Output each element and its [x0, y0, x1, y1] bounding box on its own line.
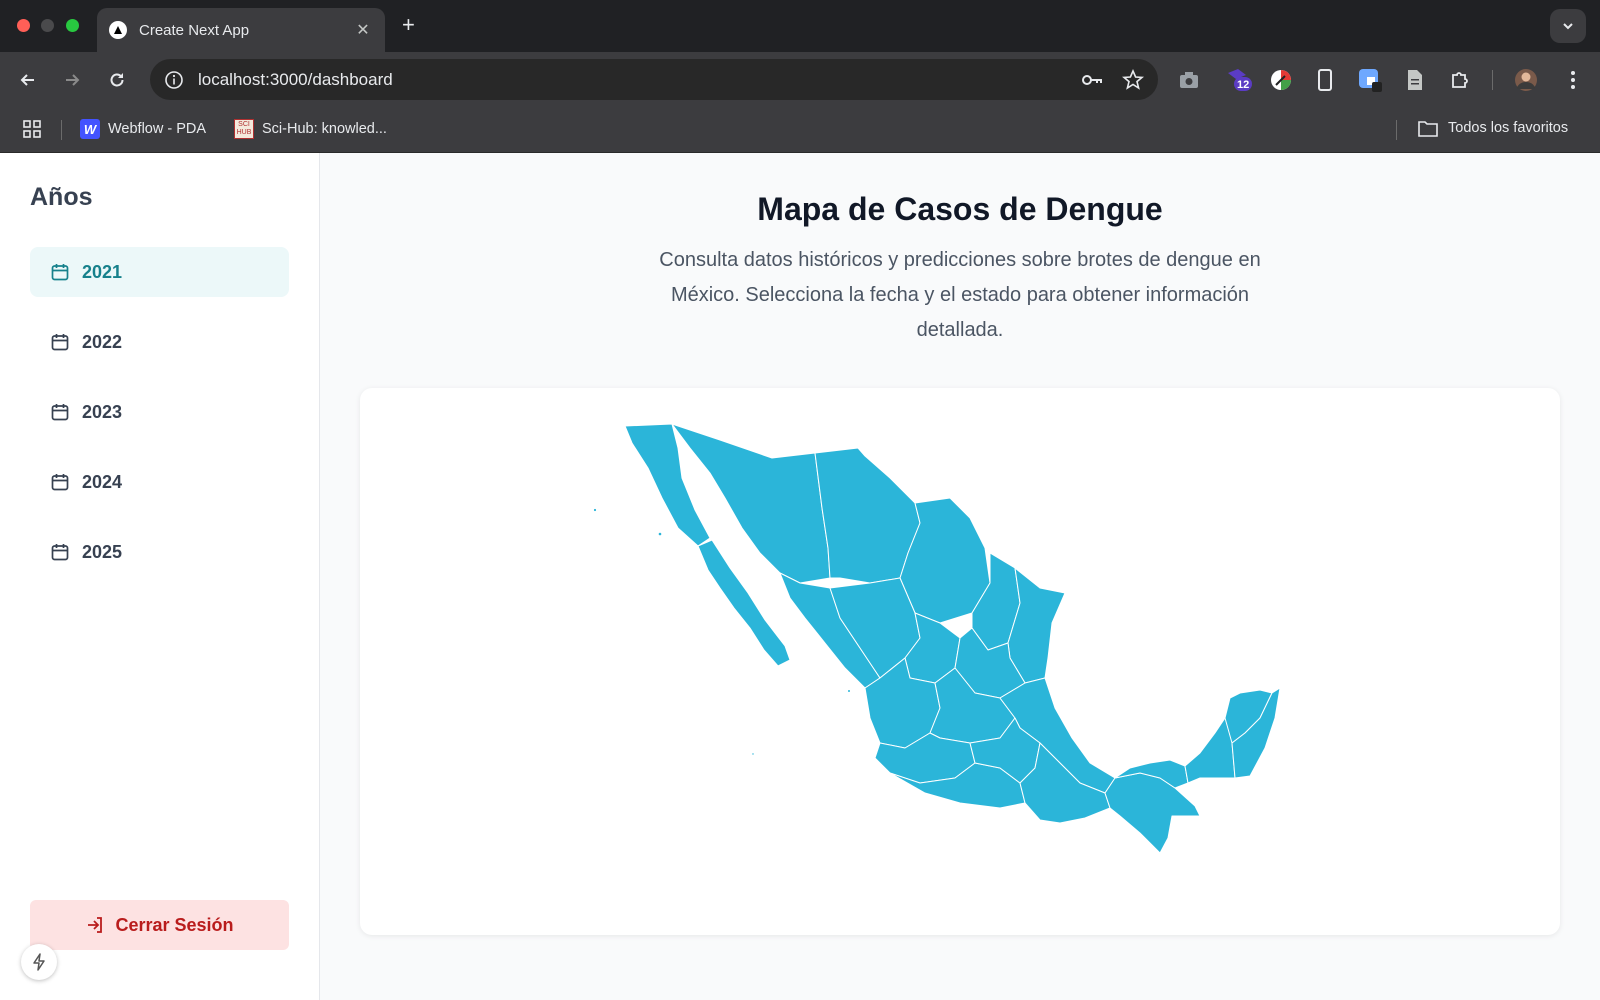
bookmark-divider: [1396, 120, 1397, 140]
calendar-icon: [51, 404, 69, 421]
calendar-icon: [51, 544, 69, 561]
bookmark-label: Webflow - PDA: [108, 121, 207, 137]
login-arrow-icon: [88, 917, 103, 933]
state-chihuahua: [814, 447, 921, 584]
bookmarks-bar: W Webflow - PDA SCI HUB Sci-Hub: knowled.…: [0, 107, 1600, 153]
sidebar-title: Años: [30, 183, 93, 211]
browser-tab[interactable]: Create Next App ✕: [97, 8, 385, 52]
arrow-right-icon: [66, 74, 80, 86]
state-chiapas: [1104, 772, 1201, 854]
browser-menu-icon[interactable]: [1560, 67, 1586, 93]
toolbar-divider: [1492, 70, 1493, 90]
url-text: localhost:3000/dashboard: [198, 69, 393, 89]
logout-button[interactable]: Cerrar Sesión: [30, 900, 289, 950]
minimize-window-button[interactable]: [41, 19, 54, 32]
lightning-icon: [33, 953, 45, 971]
sidebar-item-label: 2022: [82, 331, 123, 352]
extension-badge-count: 12: [1237, 79, 1250, 91]
sidebar-item-2021[interactable]: 2021: [30, 247, 289, 297]
sidebar-item-label: 2023: [82, 401, 123, 422]
sidebar-item-label: 2025: [82, 541, 123, 562]
forward-button[interactable]: [58, 66, 86, 94]
extension-badge-icon[interactable]: 12: [1226, 67, 1252, 93]
all-bookmarks-button[interactable]: Todos los favoritos: [1418, 119, 1568, 137]
sidebar-item-label: 2024: [82, 471, 123, 492]
chevron-down-icon: [1563, 23, 1573, 30]
bookmark-star-icon[interactable]: [1122, 68, 1144, 91]
dev-tools-button[interactable]: [21, 944, 57, 980]
password-key-icon[interactable]: [1080, 68, 1104, 92]
device-extension-icon[interactable]: [1312, 67, 1338, 93]
logout-label: Cerrar Sesión: [115, 914, 234, 935]
calendar-icon: [51, 334, 69, 351]
folder-icon: [1418, 121, 1438, 137]
tab-close-icon[interactable]: ✕: [353, 20, 373, 40]
browser-toolbar: localhost:3000/dashboard 12: [0, 52, 1600, 107]
bookmark-scihub[interactable]: SCI HUB Sci-Hub: knowled...: [234, 119, 387, 139]
close-window-button[interactable]: [17, 19, 30, 32]
profile-avatar-icon[interactable]: [1513, 67, 1539, 93]
sidebar-item-2025[interactable]: 2025: [30, 527, 289, 577]
page-subtitle: Consulta datos históricos y predicciones…: [659, 249, 1261, 341]
tab-title: Create Next App: [139, 21, 250, 39]
page-title: Mapa de Casos de Dengue: [757, 191, 1163, 227]
extensions-puzzle-icon[interactable]: [1447, 67, 1473, 93]
tab-search-button[interactable]: [1550, 9, 1586, 43]
color-picker-extension-icon[interactable]: [1268, 67, 1294, 93]
reload-icon: [110, 73, 124, 87]
address-bar[interactable]: localhost:3000/dashboard: [150, 59, 1158, 100]
reload-button[interactable]: [103, 66, 131, 94]
new-tab-button[interactable]: +: [402, 12, 415, 38]
sidebar-item-2022[interactable]: 2022: [30, 317, 289, 367]
arrow-left-icon: [20, 74, 34, 86]
state-sonora: [671, 423, 831, 584]
apps-grid-icon[interactable]: [22, 119, 42, 139]
tool-extension-icon[interactable]: [1357, 67, 1383, 93]
webflow-icon: W: [80, 119, 100, 139]
map-card: [360, 388, 1560, 935]
scihub-icon: SCI HUB: [234, 119, 254, 139]
screenshot-extension-icon[interactable]: [1176, 67, 1202, 93]
main-content: Mapa de Casos de Dengue Consulta datos h…: [320, 153, 1600, 1000]
sidebar-item-label: 2021: [82, 261, 123, 282]
calendar-icon: [51, 474, 69, 491]
bookmark-webflow[interactable]: W Webflow - PDA: [80, 119, 206, 139]
nextjs-favicon-icon: [109, 21, 127, 39]
maximize-window-button[interactable]: [66, 19, 79, 32]
calendar-icon: [51, 264, 69, 281]
sidebar-item-2024[interactable]: 2024: [30, 457, 289, 507]
browser-tabstrip: Create Next App ✕ +: [0, 0, 1600, 52]
site-info-icon[interactable]: [164, 70, 184, 90]
mexico-map[interactable]: [360, 388, 1560, 935]
all-bookmarks-label: Todos los favoritos: [1448, 120, 1569, 136]
bookmark-label: Sci-Hub: knowled...: [262, 121, 387, 137]
sidebar-item-2023[interactable]: 2023: [30, 387, 289, 437]
sidebar: Años 2021 2022 2023 2024 2025 Cerrar Ses…: [0, 153, 320, 1000]
bookmark-divider: [61, 120, 62, 140]
document-extension-icon[interactable]: [1402, 67, 1428, 93]
back-button[interactable]: [14, 66, 42, 94]
